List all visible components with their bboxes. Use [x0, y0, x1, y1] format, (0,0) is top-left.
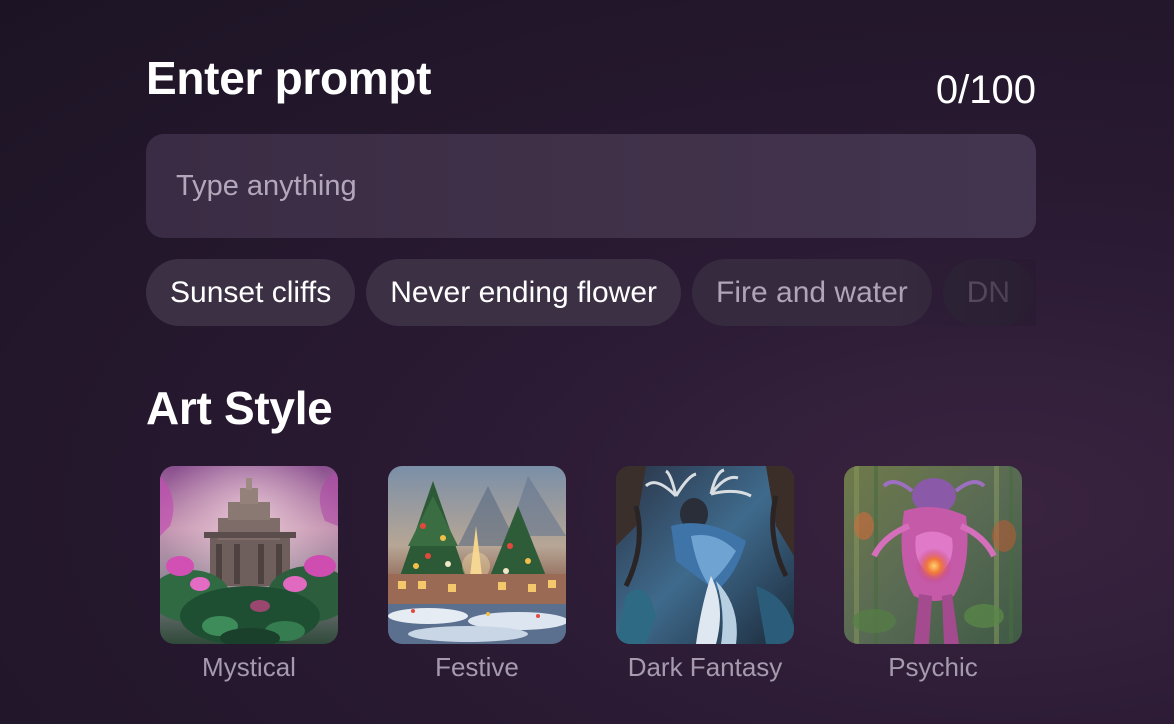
suggestion-chip[interactable]: Fire and water: [692, 259, 932, 326]
style-label: Festive: [435, 652, 519, 682]
character-counter: 0/100: [935, 68, 1036, 112]
style-card-psychic[interactable]: Psychic: [844, 466, 1022, 682]
prompt-input[interactable]: [146, 134, 1036, 238]
style-thumbnail-psychic: [844, 466, 1022, 644]
prompt-title: Enter prompt: [146, 52, 432, 104]
suggestion-chips: Sunset cliffs Never ending flower Fire a…: [146, 259, 1036, 326]
style-thumbnail-dark-fantasy: [616, 466, 794, 644]
psychic-image-icon: [844, 466, 1022, 644]
style-label: Dark Fantasy: [627, 652, 783, 682]
style-thumbnail-festive: [388, 466, 566, 644]
style-thumbnail-mystical: [160, 466, 338, 644]
style-card-mystical[interactable]: Mystical: [160, 466, 338, 682]
dark-fantasy-image-icon: [616, 466, 794, 644]
prompt-header: Enter prompt 0/100: [146, 0, 1036, 134]
festive-image-icon: [388, 466, 566, 644]
style-label: Mystical: [202, 652, 296, 682]
art-style-list: Mystical Festive Dark Fantasy Psychic: [160, 466, 1022, 682]
suggestion-chip[interactable]: Sunset cliffs: [146, 259, 356, 326]
art-style-title: Art Style: [146, 382, 333, 434]
style-label: Psychic: [888, 652, 978, 682]
style-card-dark-fantasy[interactable]: Dark Fantasy: [616, 466, 794, 682]
style-card-festive[interactable]: Festive: [388, 466, 566, 682]
mystical-image-icon: [160, 466, 338, 644]
main-panel: Enter prompt 0/100 Sunset cliffs Never e…: [146, 0, 1036, 434]
suggestion-chip[interactable]: DN: [942, 259, 1035, 326]
suggestion-chip[interactable]: Never ending flower: [366, 259, 682, 326]
